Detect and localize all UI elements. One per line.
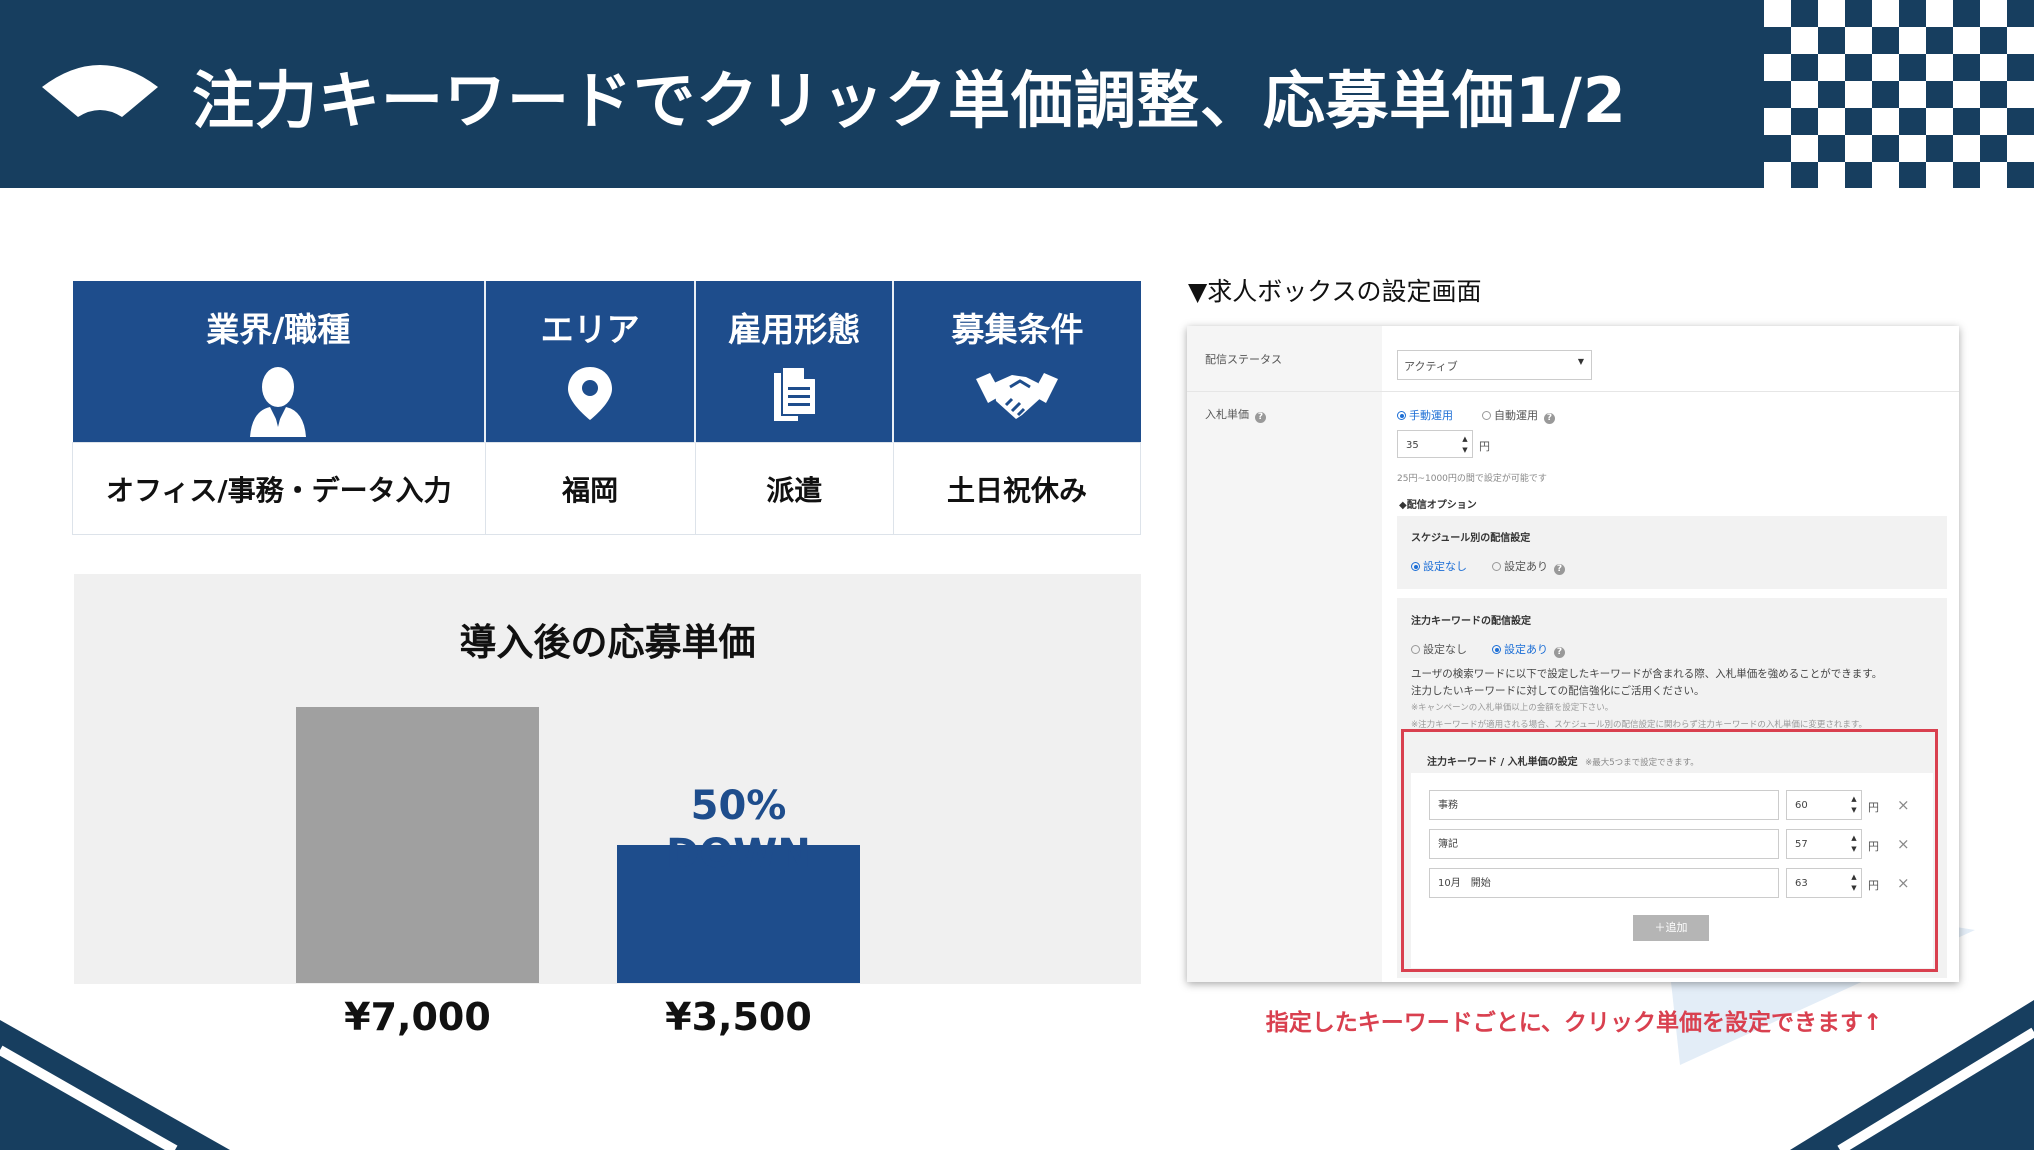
radio-unselected-icon xyxy=(1492,562,1501,571)
value-area: 福岡 xyxy=(484,442,696,535)
value-conditions: 土日祝休み xyxy=(892,442,1142,535)
keyword-radios[interactable]: 設定なし 設定あり? xyxy=(1411,641,1565,658)
bar-value-label-1: ¥7,000 xyxy=(344,995,491,1039)
header-bar: 注力キーワードでクリック単価調整、応募単価1/2 xyxy=(0,0,2034,188)
highlight-frame xyxy=(1401,729,1938,972)
bid-range-note: 25円~1000円の間で設定が可能です xyxy=(1397,474,1547,484)
radio-unselected-icon xyxy=(1411,645,1420,654)
radio-selected-icon xyxy=(1411,562,1420,571)
reduction-annotation: 50% DOWN xyxy=(617,782,860,878)
schedule-radios[interactable]: 設定なし 設定あり? xyxy=(1411,558,1565,575)
help-icon: ? xyxy=(1255,412,1266,423)
fan-icon xyxy=(42,65,158,117)
checkerboard-pattern xyxy=(1764,0,2034,188)
reduction-percent: 50% xyxy=(690,783,787,829)
column-header-conditions: 募集条件 xyxy=(893,281,1141,443)
highlight-note: 指定したキーワードごとに、クリック単価を設定できます↑ xyxy=(1265,1010,1883,1036)
bar-value-label-2: ¥3,500 xyxy=(665,995,812,1039)
schedule-setting-box xyxy=(1397,516,1947,589)
status-select[interactable]: アクティブ ▼ xyxy=(1397,350,1592,380)
page-title: 注力キーワードでクリック単価調整、応募単価1/2 xyxy=(192,64,1627,137)
document-icon xyxy=(774,366,818,421)
column-header-area: エリア xyxy=(485,281,697,443)
bid-input[interactable]: 35 ▲ ▼ xyxy=(1397,430,1473,458)
help-icon: ? xyxy=(1554,647,1565,658)
options-heading: ◆配信オプション xyxy=(1399,500,1477,511)
chevron-down-icon: ▼ xyxy=(1577,357,1584,366)
bid-label: 入札単価? xyxy=(1205,406,1266,423)
radio-unselected-icon xyxy=(1482,411,1491,420)
radio-selected-icon xyxy=(1492,645,1501,654)
job-condition-table: 業界/職種 エリア 雇用形態 募集条件 オフィス/事務・データ入力 福岡 派遣 … xyxy=(72,281,1142,535)
handshake-icon xyxy=(976,373,1059,419)
reduction-word: DOWN xyxy=(666,831,811,877)
label-column xyxy=(1187,326,1382,982)
stepper-icon: ▲ ▼ xyxy=(1462,435,1468,454)
screen-caption: ▼求人ボックスの設定画面 xyxy=(1188,277,1482,306)
chart-title: 導入後の応募単価 xyxy=(459,621,756,664)
bid-mode-radios[interactable]: 手動運用 自動運用? xyxy=(1397,407,1555,424)
column-header-employment: 雇用形態 xyxy=(695,281,895,443)
status-label: 配信ステータス xyxy=(1205,353,1282,366)
value-industry: オフィス/事務・データ入力 xyxy=(72,442,486,535)
help-icon: ? xyxy=(1544,413,1555,424)
help-icon: ? xyxy=(1554,564,1565,575)
location-pin-icon xyxy=(568,367,613,420)
person-icon xyxy=(250,367,307,437)
column-header-industry: 業界/職種 xyxy=(72,281,487,443)
bar-1 xyxy=(296,707,539,983)
radio-selected-icon xyxy=(1397,411,1406,420)
value-employment: 派遣 xyxy=(694,442,894,535)
